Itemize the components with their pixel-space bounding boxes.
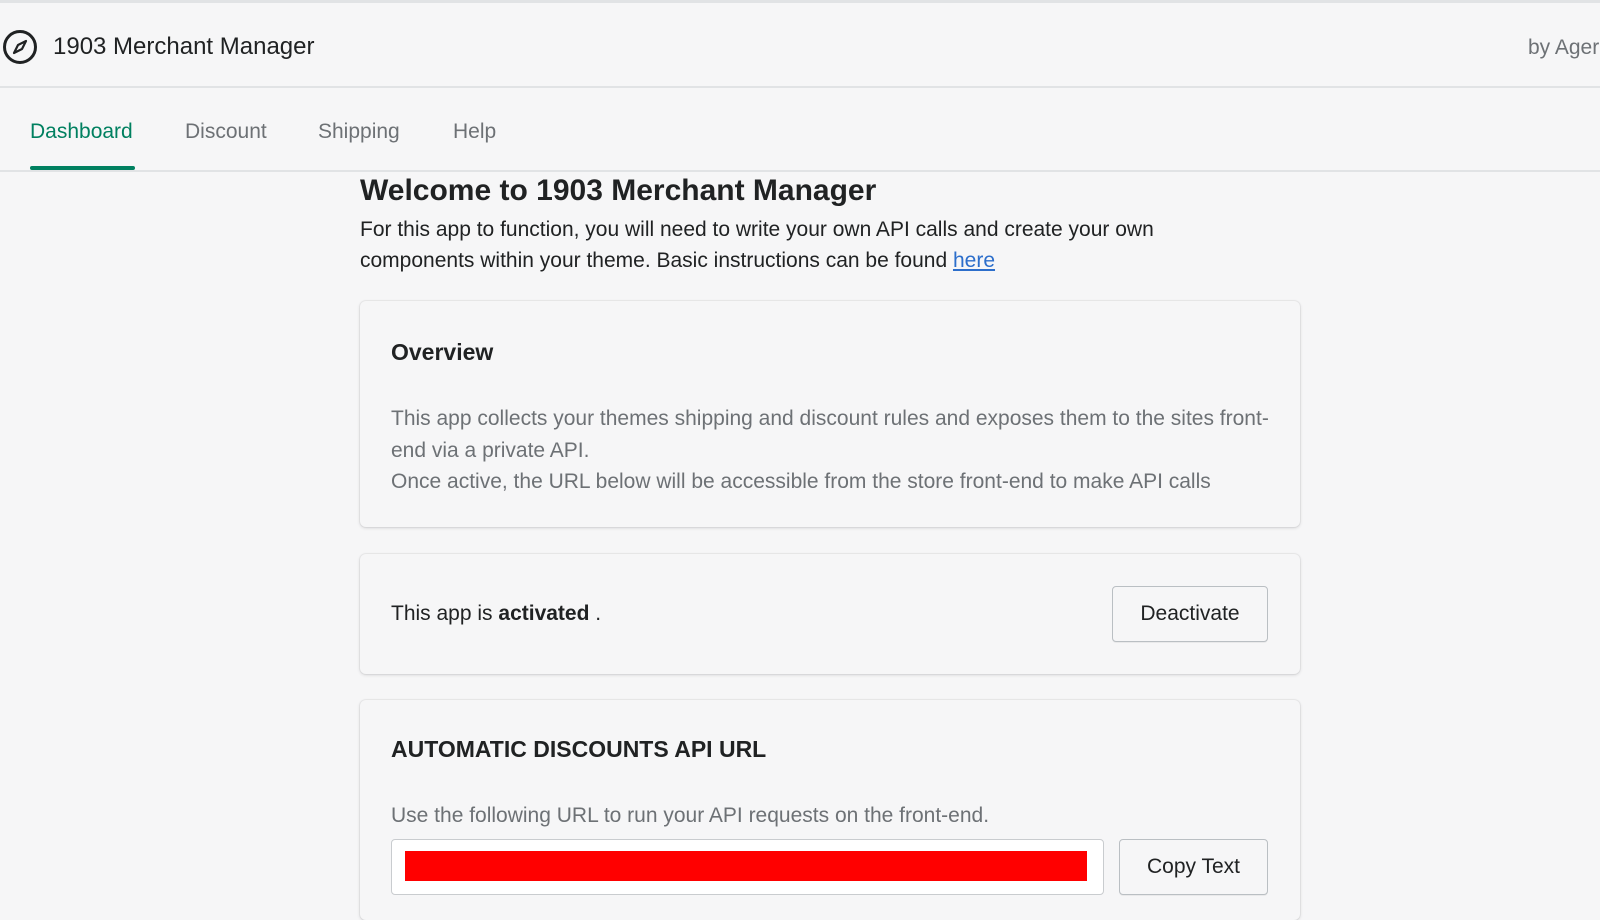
welcome-text: For this app to function, you will need … [360,218,1154,272]
status-prefix: This app is [391,602,499,625]
api-url-card: AUTOMATIC DISCOUNTS API URL Use the foll… [360,700,1300,920]
page-title: Welcome to 1903 Merchant Manager [360,174,877,207]
activation-card: This app is activated . Deactivate [360,554,1300,674]
status-suffix: . [589,602,602,625]
compass-icon [3,30,37,64]
overview-body: This app collects your themes shipping a… [391,403,1271,498]
api-url-heading: AUTOMATIC DISCOUNTS API URL [391,736,767,762]
redacted-url [405,851,1087,881]
tab-discount[interactable]: Discount [185,120,267,144]
welcome-description: For this app to function, you will need … [360,214,1260,276]
overview-line-1: This app collects your themes shipping a… [391,407,1269,462]
tab-shipping[interactable]: Shipping [318,120,400,144]
overview-line-2: Once active, the URL below will be acces… [391,470,1211,493]
active-tab-indicator [30,166,135,170]
tab-dashboard[interactable]: Dashboard [30,120,133,144]
developer-credit: by Ager [1528,36,1600,59]
overview-heading: Overview [391,339,494,365]
activation-status: This app is activated . [391,602,601,626]
app-title: 1903 Merchant Manager [53,33,315,60]
api-url-field[interactable] [391,839,1104,895]
deactivate-button[interactable]: Deactivate [1112,586,1268,642]
overview-card: Overview This app collects your themes s… [360,301,1300,527]
status-state: activated [498,602,590,625]
copy-text-button[interactable]: Copy Text [1119,839,1268,895]
api-url-description: Use the following URL to run your API re… [391,804,990,827]
instructions-link[interactable]: here [953,249,995,272]
tab-bar: Dashboard Discount Shipping Help [0,88,1600,172]
tab-help[interactable]: Help [453,120,496,144]
top-bar: 1903 Merchant Manager by Ager [0,0,1600,88]
